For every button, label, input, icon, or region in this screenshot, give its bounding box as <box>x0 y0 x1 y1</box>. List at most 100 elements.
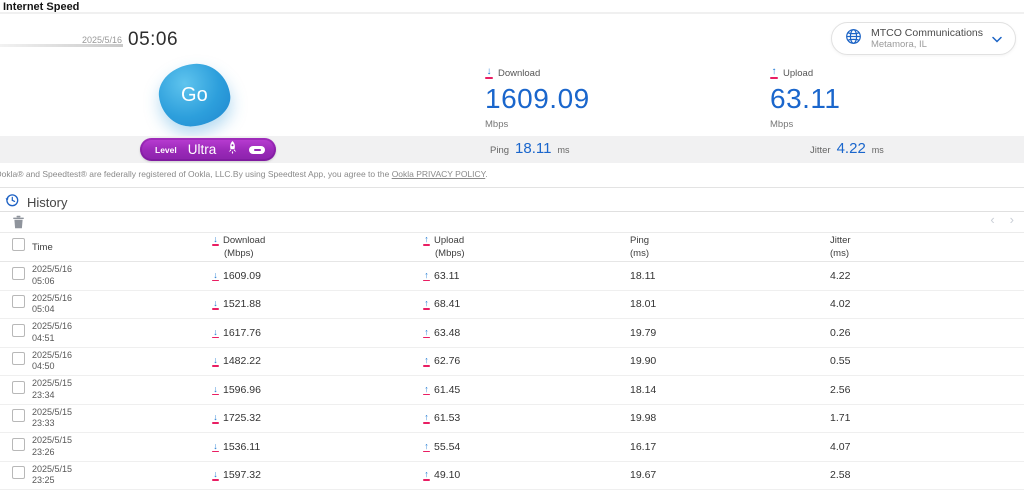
download-arrow-icon: ↓ <box>485 66 493 79</box>
history-table-header: Time ↓ Download (Mbps) ↑ Upload (Mbps) P… <box>0 232 1024 262</box>
internet-speed-page: Internet Speed 2025/5/16 05:06 MTCO Comm… <box>0 0 1024 495</box>
row-upload: ↑ 61.53 <box>423 412 461 425</box>
history-title: History <box>27 195 68 210</box>
upload-arrow-icon: ↑ <box>423 326 430 338</box>
row-download: ↓ 1596.96 <box>212 383 261 396</box>
row-download: ↓ 1617.76 <box>212 326 261 339</box>
level-badge[interactable]: Level Ultra <box>140 138 277 161</box>
row-time: 2025/5/16 05:06 <box>32 264 73 286</box>
ping-label: Ping <box>490 145 510 156</box>
legal-text: Ookla® and Speedtest® are federally regi… <box>0 169 488 179</box>
download-arrow-icon: ↓ <box>212 440 219 452</box>
history-clock-icon <box>5 193 19 212</box>
server-selector[interactable]: MTCO Communications Metamora, IL <box>830 22 1016 55</box>
row-time: 2025/5/15 23:34 <box>32 378 73 400</box>
download-arrow-icon: ↓ <box>212 355 219 367</box>
row-checkbox[interactable] <box>12 437 25 451</box>
table-row: 2025/5/15 23:33 ↓ 1725.32 ↑ 61.53 19.98 … <box>0 405 1024 433</box>
go-button-label: Go <box>181 83 208 106</box>
row-download: ↓ 1597.32 <box>212 469 261 482</box>
select-all-checkbox[interactable] <box>12 238 25 251</box>
last-test-time: 05:06 <box>128 29 179 50</box>
row-jitter: 4.07 <box>830 440 851 453</box>
row-jitter: 4.02 <box>830 298 851 311</box>
jitter-result: Jitter 4.22 ms <box>810 140 884 157</box>
next-page-button[interactable]: › <box>1010 212 1014 228</box>
history-rows: 2025/5/16 05:06 ↓ 1609.09 ↑ 63.11 18.11 … <box>0 262 1024 495</box>
download-arrow-icon: ↓ <box>212 383 219 395</box>
row-upload: ↑ 68.41 <box>423 298 461 311</box>
download-arrow-icon: ↓ <box>212 469 219 481</box>
rocket-icon <box>227 140 238 159</box>
upload-arrow-icon: ↑ <box>423 298 430 310</box>
row-upload: ↑ 62.76 <box>423 355 461 368</box>
table-row: 2025/5/15 23:25 ↓ 1597.32 ↑ 49.10 19.67 … <box>0 462 1024 490</box>
row-checkbox[interactable] <box>12 352 25 366</box>
history-divider <box>0 211 1024 212</box>
globe-icon <box>845 28 862 50</box>
row-jitter: 1.71 <box>830 412 851 425</box>
table-row: 2025/5/15 23:26 ↓ 1536.11 ↑ 55.54 16.17 … <box>0 433 1024 462</box>
server-name: MTCO Communications <box>870 26 983 39</box>
level-label: Level <box>155 144 177 155</box>
ping-result: Ping 18.11 ms <box>490 140 569 157</box>
upload-arrow-icon: ↑ <box>423 383 430 395</box>
row-time: 2025/5/15 23:25 <box>32 463 73 486</box>
column-header-jitter: Jitter (ms) <box>830 235 851 259</box>
row-ping: 16.17 <box>630 440 657 453</box>
jitter-unit: ms <box>871 145 884 155</box>
upload-arrow-icon: ↑ <box>423 440 430 452</box>
toggle-icon[interactable] <box>249 145 266 154</box>
table-row: 2025/5/16 04:51 ↓ 1617.76 ↑ 63.48 19.79 … <box>0 319 1024 348</box>
row-ping: 19.90 <box>630 355 657 368</box>
row-checkbox[interactable] <box>12 466 25 480</box>
row-ping: 18.11 <box>630 269 656 282</box>
row-time: 2025/5/16 04:50 <box>32 349 73 372</box>
row-ping: 18.01 <box>630 298 657 311</box>
upload-label: Upload <box>783 67 814 79</box>
row-time: 2025/5/16 04:51 <box>32 321 73 343</box>
delete-history-button[interactable] <box>12 215 26 230</box>
row-upload: ↑ 61.45 <box>423 383 461 396</box>
row-jitter: 4.22 <box>830 269 851 282</box>
row-time: 2025/5/16 05:04 <box>32 292 73 315</box>
section-divider <box>0 187 1024 188</box>
level-value: Ultra <box>187 142 217 157</box>
row-time: 2025/5/15 23:33 <box>32 406 73 429</box>
upload-arrow-icon: ↑ <box>770 66 778 79</box>
upload-arrow-icon: ↑ <box>423 355 430 367</box>
row-checkbox[interactable] <box>12 295 25 309</box>
download-value: 1609.09 <box>485 83 590 114</box>
privacy-policy-link[interactable]: Ookla PRIVACY POLICY <box>392 169 486 179</box>
column-header-download: ↓ Download (Mbps) <box>212 234 266 259</box>
go-button[interactable]: Go <box>155 60 234 130</box>
row-jitter: 0.26 <box>830 326 851 339</box>
table-row: 2025/5/16 05:06 ↓ 1609.09 ↑ 63.11 18.11 … <box>0 262 1024 291</box>
row-checkbox[interactable] <box>12 409 25 423</box>
upload-value: 63.11 <box>770 83 841 114</box>
history-table: Time ↓ Download (Mbps) ↑ Upload (Mbps) P… <box>0 232 1024 495</box>
download-result: ↓ Download 1609.09 Mbps <box>485 67 590 130</box>
history-header: History <box>5 193 67 212</box>
download-label: Download <box>498 67 541 79</box>
upload-arrow-icon: ↑ <box>423 412 430 424</box>
row-checkbox[interactable] <box>12 266 25 280</box>
row-download: ↓ 1536.11 <box>212 440 261 453</box>
prev-page-button[interactable]: ‹ <box>990 212 994 228</box>
row-jitter: 2.58 <box>830 469 851 482</box>
download-arrow-icon: ↓ <box>212 298 219 310</box>
ping-value: 18.11 <box>515 140 552 157</box>
column-header-time: Time <box>32 241 53 253</box>
row-checkbox[interactable] <box>12 323 25 337</box>
row-ping: 19.67 <box>630 469 657 482</box>
row-download: ↓ 1725.32 <box>212 412 261 425</box>
row-ping: 19.79 <box>630 326 657 339</box>
row-checkbox[interactable] <box>12 380 25 394</box>
row-jitter: 2.56 <box>830 383 851 396</box>
last-test-date: 2025/5/16 <box>81 35 122 45</box>
chevron-down-icon <box>992 30 1002 48</box>
row-upload: ↑ 63.48 <box>423 326 461 339</box>
row-ping: 19.98 <box>630 412 657 425</box>
table-row: 2025/5/15 23:34 ↓ 1596.96 ↑ 61.45 18.14 … <box>0 376 1024 405</box>
upload-arrow-icon: ↑ <box>423 269 430 281</box>
